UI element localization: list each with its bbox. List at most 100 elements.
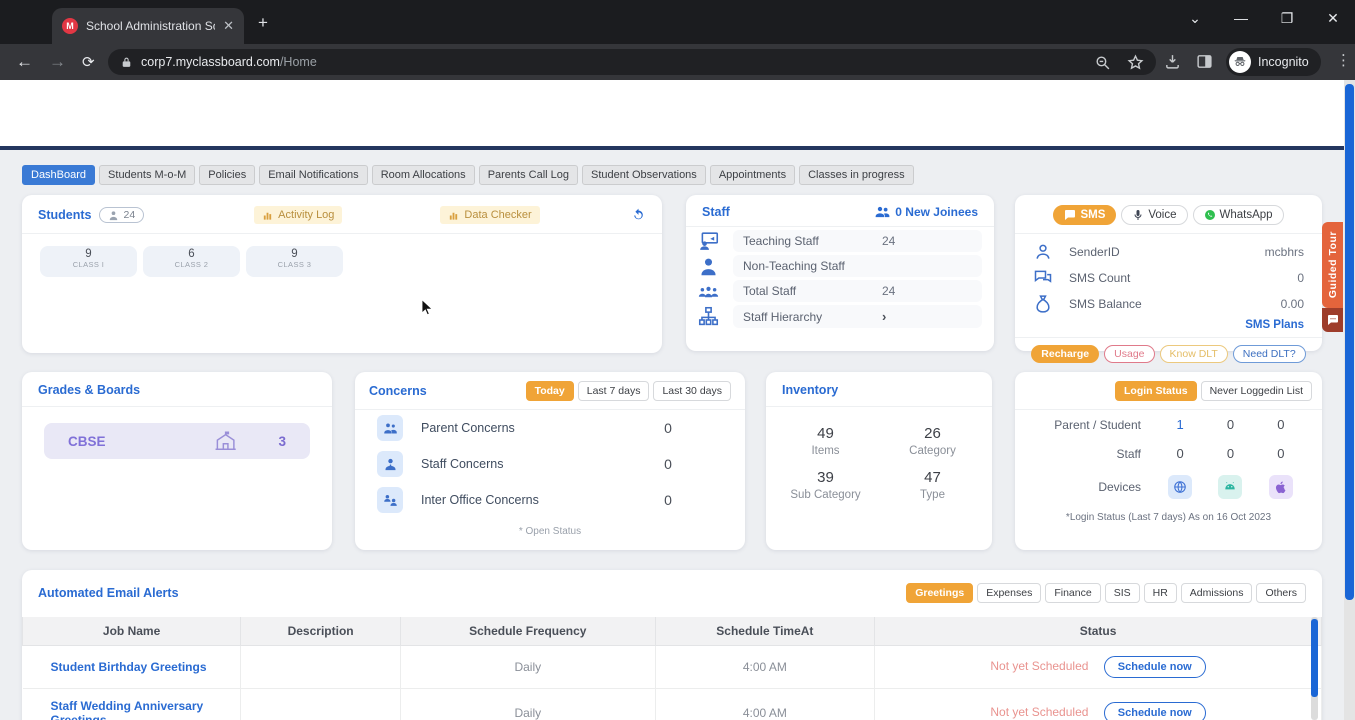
filter-sis[interactable]: SIS: [1104, 583, 1140, 603]
login-row-parent-student: Parent / Student 1 0 0: [1054, 417, 1285, 432]
usage-button[interactable]: Usage: [1104, 345, 1155, 363]
person-icon: [698, 256, 719, 277]
whatsapp-tab[interactable]: WhatsApp: [1192, 205, 1284, 225]
col-schedule-timeat: Schedule TimeAt: [654, 617, 876, 646]
filter-admissions[interactable]: Admissions: [1180, 583, 1253, 603]
download-icon[interactable]: [1164, 53, 1181, 70]
filter-login-status[interactable]: Login Status: [1115, 381, 1197, 401]
whatsapp-icon: [1204, 209, 1216, 221]
schedule-now-button[interactable]: Schedule now: [1103, 702, 1206, 720]
staff-row-hierarchy[interactable]: Staff Hierarchy ›: [698, 305, 982, 328]
window-restore-button[interactable]: ❐: [1274, 10, 1300, 27]
class-tile[interactable]: 9 CLASS I: [40, 246, 137, 277]
grades-boards-card: Grades & Boards CBSE 3: [22, 372, 332, 550]
address-bar[interactable]: corp7.myclassboard.com/Home: [108, 49, 1156, 75]
feedback-chat-button[interactable]: [1322, 308, 1343, 332]
schedule-now-button[interactable]: Schedule now: [1103, 656, 1206, 678]
browser-tab[interactable]: M School Administration Software ✕: [52, 8, 244, 44]
need-dlt-button[interactable]: Need DLT?: [1232, 345, 1306, 363]
sms-tab[interactable]: SMS: [1053, 205, 1117, 225]
side-panel-icon[interactable]: [1196, 53, 1213, 70]
android-icon: [1218, 475, 1243, 499]
bookmark-star-icon[interactable]: [1127, 53, 1144, 71]
filter-today[interactable]: Today: [525, 381, 574, 401]
mouse-cursor: [421, 298, 434, 316]
sms-plans-link[interactable]: SMS Plans: [1015, 317, 1322, 338]
tab-student-observations[interactable]: Student Observations: [582, 165, 706, 185]
tab-appointments[interactable]: Appointments: [709, 165, 796, 185]
new-tab-button[interactable]: +: [258, 13, 268, 33]
window-minimize-button[interactable]: —: [1228, 10, 1254, 26]
filter-last-7-days[interactable]: Last 7 days: [577, 381, 650, 401]
page-scrollbar-thumb[interactable]: [1345, 84, 1354, 600]
sms-card: SMS Voice WhatsApp SenderID mcbhrs SMS C…: [1015, 195, 1322, 363]
filter-expenses[interactable]: Expenses: [977, 583, 1042, 603]
lock-icon: [120, 56, 133, 69]
guided-tour-tab[interactable]: Guided Tour: [1322, 222, 1343, 308]
browser-menu-icon[interactable]: ⋮: [1336, 51, 1351, 69]
tab-email-notifications[interactable]: Email Notifications: [259, 165, 368, 185]
reload-button[interactable]: ⟳: [82, 53, 95, 71]
class-tile[interactable]: 6 CLASS 2: [143, 246, 240, 277]
students-card: Students 24 Activity Log Data Checker 9 …: [22, 195, 662, 353]
activity-log-badge[interactable]: Activity Log: [254, 206, 343, 224]
col-schedule-frequency: Schedule Frequency: [399, 617, 656, 646]
login-status-note: *Login Status (Last 7 days) As on 16 Oct…: [1065, 512, 1272, 523]
window-menu-chevron-icon[interactable]: ⌄: [1182, 10, 1208, 27]
voice-tab[interactable]: Voice: [1121, 205, 1188, 225]
filter-greetings[interactable]: Greetings: [906, 583, 974, 603]
filter-others[interactable]: Others: [1256, 583, 1306, 603]
tab-students-mom[interactable]: Students M-o-M: [99, 165, 196, 185]
filter-last-30-days[interactable]: Last 30 days: [653, 381, 731, 401]
staff-row-total: Total Staff 24: [698, 280, 982, 302]
incognito-icon: [1229, 51, 1251, 73]
tab-dashboard[interactable]: DashBoard: [22, 165, 96, 185]
tab-classes-in-progress[interactable]: Classes in progress: [799, 165, 914, 185]
dashboard-subtabs: DashBoard Students M-o-M Policies Email …: [22, 165, 914, 185]
students-count-pill[interactable]: 24: [99, 207, 145, 223]
class-tile[interactable]: 9 CLASS 3: [246, 246, 343, 277]
microphone-icon: [1132, 209, 1144, 221]
inventory-title: Inventory: [782, 383, 839, 397]
inter-office-concerns-row: Inter Office Concerns 0: [355, 482, 745, 518]
back-button[interactable]: ←: [16, 52, 33, 72]
filter-never-loggedin[interactable]: Never Loggedin List: [1200, 381, 1312, 401]
web-globe-icon: [1168, 475, 1193, 499]
board-row-cbse[interactable]: CBSE 3: [44, 423, 310, 459]
recharge-button[interactable]: Recharge: [1031, 345, 1100, 363]
table-scrollbar-thumb[interactable]: [1311, 619, 1318, 697]
refresh-icon[interactable]: [631, 208, 646, 223]
filter-finance[interactable]: Finance: [1045, 583, 1101, 603]
job-link[interactable]: Student Birthday Greetings: [22, 645, 242, 689]
browser-tab-title: School Administration Software: [86, 19, 215, 33]
tab-close-icon[interactable]: ✕: [223, 18, 234, 34]
parent-concerns-row: Parent Concerns 0: [355, 410, 745, 446]
status-badge: Not yet Scheduled: [990, 705, 1089, 719]
email-alerts-table: Job Name Description Schedule Frequency …: [21, 617, 1322, 720]
tab-parents-call-log[interactable]: Parents Call Log: [478, 165, 579, 185]
new-joinees-link[interactable]: 0 New Joinees: [875, 204, 978, 219]
table-row: Student Birthday Greetings Daily 4:00 AM…: [22, 645, 1322, 689]
chevron-right-icon[interactable]: ›: [882, 309, 886, 324]
tab-room-allocations[interactable]: Room Allocations: [371, 165, 475, 185]
tab-policies[interactable]: Policies: [199, 165, 256, 185]
apple-icon: [1268, 475, 1293, 499]
job-link[interactable]: Staff Wedding Anniversary Greetings: [22, 688, 242, 720]
data-checker-badge[interactable]: Data Checker: [440, 206, 540, 224]
app-header: M C B MY CLASSBOARD RACE Academy SIS HR …: [0, 80, 1355, 214]
filter-hr[interactable]: HR: [1143, 583, 1177, 603]
bar-chart-icon: [262, 210, 273, 221]
know-dlt-button[interactable]: Know DLT: [1159, 345, 1228, 363]
money-bag-icon: [1033, 294, 1053, 314]
school-building-icon: [173, 430, 278, 452]
zoom-icon[interactable]: [1094, 54, 1111, 71]
concerns-card: Concerns Today Last 7 days Last 30 days …: [355, 372, 745, 550]
login-row-devices: Devices: [1015, 468, 1322, 506]
bar-chart-icon: [448, 210, 459, 221]
login-status-card: Login Status Never Loggedin List Parent …: [1015, 372, 1322, 550]
person-icon: [108, 210, 119, 221]
col-status: Status: [874, 617, 1322, 646]
forward-button[interactable]: →: [49, 52, 66, 72]
window-close-button[interactable]: ✕: [1320, 10, 1346, 27]
staff-concerns-row: Staff Concerns 0: [355, 446, 745, 482]
